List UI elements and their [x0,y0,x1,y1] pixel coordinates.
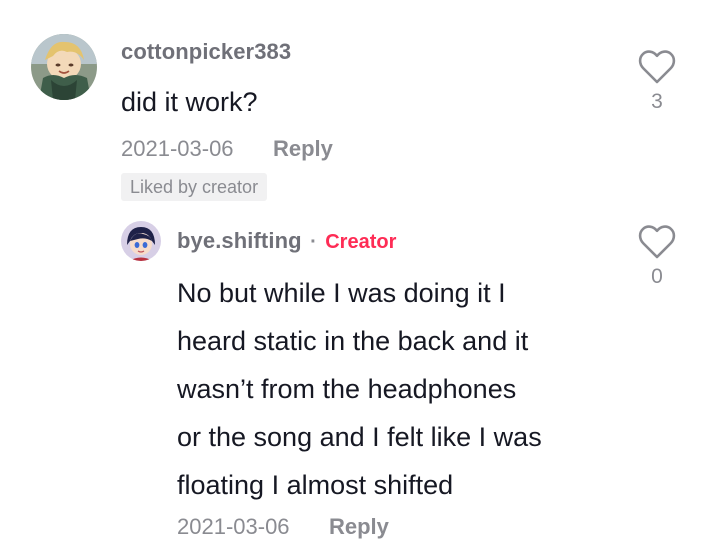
anime-avatar-image [31,34,97,100]
reply-text-line: heard static in the back and it [177,326,529,356]
reply-text: No but while I was doing it I heard stat… [177,269,542,509]
comment-like-count: 3 [651,90,663,113]
creator-badge: Creator [325,231,397,253]
reply-like-button[interactable] [638,224,676,260]
reply-date: 2021-03-06 [177,514,290,539]
heart-outline-icon [638,50,676,84]
comment-like-button[interactable] [638,49,676,85]
replier-avatar[interactable] [121,221,161,261]
replier-username[interactable]: bye.shifting [177,228,302,253]
commenter-avatar[interactable] [31,34,97,100]
comment-reply-button[interactable]: Reply [273,136,333,162]
comment-date: 2021-03-06 [121,136,234,161]
reply-text-line: No but while I was doing it I [177,278,506,308]
reply-text-line: floating I almost shifted [177,470,454,500]
reply-text-line: or the song and I felt like I was [177,422,542,452]
reply-like-count: 0 [651,265,663,288]
reply-text-line: wasn’t from the headphones [177,374,517,404]
comment-text: did it work? [121,87,258,117]
reply-header: bye.shifting · Creator [177,228,396,254]
heart-outline-icon [638,225,676,259]
commenter-username[interactable]: cottonpicker383 [121,39,291,65]
username-separator: · [310,231,317,253]
liked-by-creator-badge: Liked by creator [121,173,268,201]
reply-reply-button[interactable]: Reply [329,514,389,540]
cartoon-avatar-image [121,221,161,261]
